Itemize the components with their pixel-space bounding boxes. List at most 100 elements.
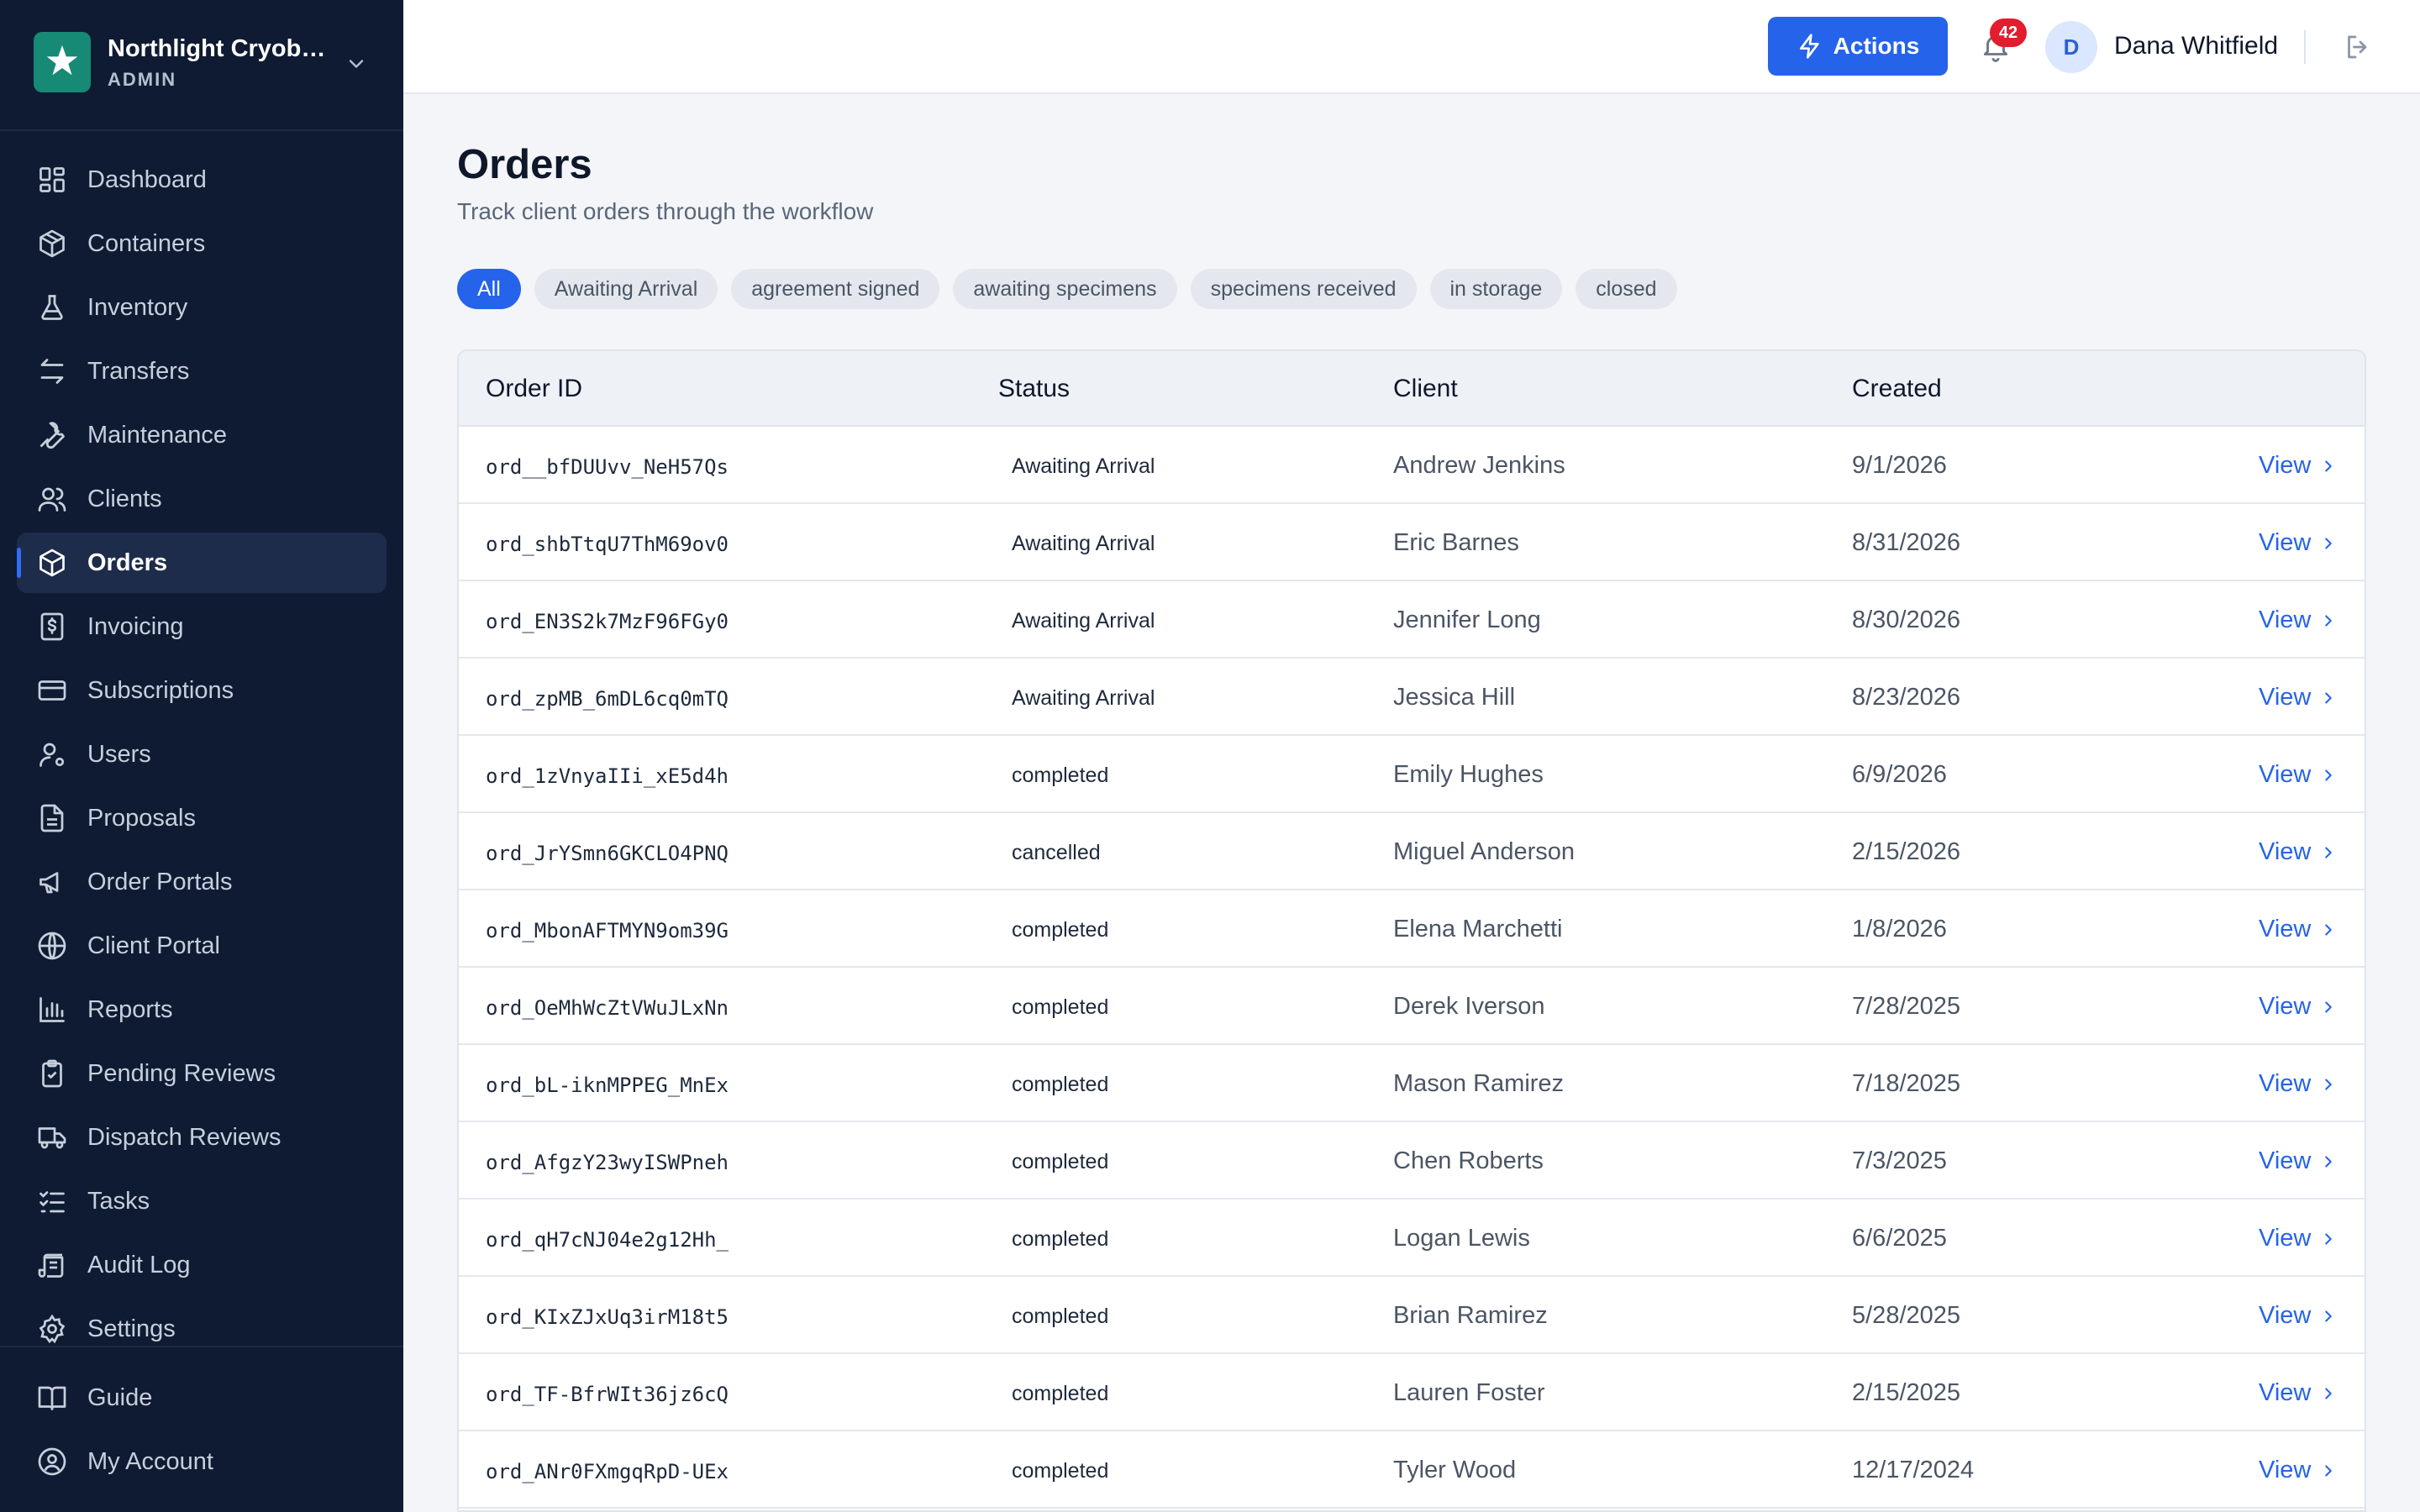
- flask-icon: [41, 295, 63, 320]
- truck-icon: [38, 1127, 66, 1149]
- order-created: 9/1/2026: [1852, 452, 1947, 479]
- sidebar-item-label: Subscriptions: [87, 676, 234, 704]
- sidebar-item-transfers[interactable]: Transfers: [17, 341, 387, 402]
- table-row[interactable]: ord_zpMB_6mDL6cq0mTQ Awaiting Arrival Jess…: [459, 659, 2365, 736]
- table-row[interactable]: ord_bL-iknMPPEG_MnEx completed Mason Ramir…: [459, 1045, 2365, 1122]
- sidebar-item-orders[interactable]: Orders: [17, 533, 387, 593]
- table-row[interactable]: ord_1zVnyaIIi_xE5d4h completed Emily Hughe…: [459, 736, 2365, 813]
- table-row[interactable]: ord_AfgzY23wyISWPneh completed Chen Robert…: [459, 1122, 2365, 1200]
- sidebar-item-tasks[interactable]: Tasks: [17, 1171, 387, 1231]
- order-created: 5/28/2025: [1852, 1302, 1961, 1329]
- sidebar-item-inventory[interactable]: Inventory: [17, 277, 387, 338]
- sidebar-item-audit-log[interactable]: Audit Log: [17, 1235, 387, 1295]
- table-row[interactable]: ord_shbTtqU7ThM69ov0 Awaiting Arrival Eric…: [459, 504, 2365, 581]
- table-row[interactable]: ord__bfDUUvv_NeH57Qs Awaiting Arrival Andr…: [459, 427, 2365, 504]
- filter-specimens-received[interactable]: specimens received: [1190, 269, 1417, 309]
- sidebar-item-containers[interactable]: Containers: [17, 213, 387, 274]
- table-row[interactable]: ord_JrYSmn6GKCLO4PNQ cancelled Miguel Ande…: [459, 813, 2365, 890]
- filter-all[interactable]: All: [457, 269, 521, 309]
- chevron-right-icon: [2325, 459, 2333, 472]
- order-created: 6/6/2025: [1852, 1225, 1947, 1252]
- sidebar-item-order-portals[interactable]: Order Portals: [17, 852, 387, 912]
- sidebar-item-subscriptions[interactable]: Subscriptions: [17, 660, 387, 721]
- sidebar-item-label: Order Portals: [87, 868, 233, 895]
- view-link[interactable]: View: [2259, 1070, 2338, 1098]
- view-link[interactable]: View: [2259, 1225, 2338, 1252]
- order-client: Andrew Jenkins: [1393, 452, 1565, 479]
- megaphone-icon: [39, 872, 59, 894]
- sidebar-item-label: Settings: [87, 1315, 176, 1342]
- view-link[interactable]: View: [2259, 916, 2338, 943]
- sidebar-item-maintenance[interactable]: Maintenance: [17, 405, 387, 465]
- order-id: ord__bfDUUvv_NeH57Qs: [486, 455, 729, 479]
- view-link[interactable]: View: [2259, 1147, 2338, 1175]
- order-client: Elena Marchetti: [1393, 916, 1563, 942]
- sidebar-item-reports[interactable]: Reports: [17, 979, 387, 1040]
- sidebar-item-dispatch-reviews[interactable]: Dispatch Reviews: [17, 1107, 387, 1168]
- column-header-created[interactable]: Created: [1852, 375, 1942, 403]
- sidebar-item-guide[interactable]: Guide: [17, 1368, 387, 1428]
- order-client: Jessica Hill: [1393, 684, 1516, 711]
- view-link[interactable]: View: [2259, 1379, 2338, 1407]
- view-link[interactable]: View: [2259, 606, 2338, 634]
- table-row[interactable]: ord_EN3S2k7MzF96FGy0 Awaiting Arrival Jenn…: [459, 581, 2365, 659]
- user-circle-icon: [38, 1447, 66, 1476]
- order-client: Mason Ramirez: [1393, 1070, 1565, 1097]
- order-created: 2/15/2025: [1852, 1379, 1961, 1406]
- view-label: View: [2259, 606, 2312, 633]
- view-link[interactable]: View: [2259, 684, 2338, 711]
- view-link[interactable]: View: [2259, 1457, 2338, 1484]
- order-id: ord_bL-iknMPPEG_MnEx: [486, 1074, 729, 1097]
- actions-button[interactable]: Actions: [1768, 17, 1948, 76]
- sidebar-item-pending-reviews[interactable]: Pending Reviews: [17, 1043, 387, 1104]
- column-header-order-id[interactable]: Order ID: [486, 375, 582, 403]
- view-label: View: [2259, 529, 2312, 556]
- order-status: completed: [1012, 918, 1109, 942]
- view-link[interactable]: View: [2259, 993, 2338, 1021]
- sidebar-item-invoicing[interactable]: Invoicing: [17, 596, 387, 657]
- order-created: 2/15/2026: [1852, 838, 1961, 865]
- sidebar-item-users[interactable]: Users: [17, 724, 387, 785]
- view-label: View: [2259, 1225, 2312, 1252]
- filter-closed[interactable]: closed: [1576, 269, 1677, 309]
- sidebar-item-my-account[interactable]: My Account: [17, 1431, 387, 1492]
- org-role: ADMIN: [108, 69, 177, 90]
- sidebar-item-dashboard[interactable]: Dashboard: [17, 150, 387, 210]
- table-row[interactable]: ord_MbonAFTMYN9om39G completed Elena March…: [459, 890, 2365, 968]
- box-icon: [39, 229, 65, 258]
- orders-table: Order ID Status Client Created ord__bfDU…: [457, 349, 2366, 1512]
- org-switcher[interactable]: Northlight Cryoba... ADMIN: [0, 0, 403, 131]
- column-header-client[interactable]: Client: [1393, 375, 1458, 403]
- table-row[interactable]: ord_OeMhWcZtVWuJLxNn completed Derek Ivers…: [459, 968, 2365, 1045]
- view-link[interactable]: View: [2259, 452, 2338, 480]
- filter-awaiting-specimens[interactable]: awaiting specimens: [953, 269, 1177, 309]
- sidebar-item-label: Pending Reviews: [87, 1059, 276, 1087]
- avatar[interactable]: D: [2045, 21, 2097, 73]
- order-id: ord_zpMB_6mDL6cq0mTQ: [486, 687, 729, 711]
- column-header-status[interactable]: Status: [998, 375, 1070, 403]
- view-link[interactable]: View: [2259, 1302, 2338, 1330]
- user-name[interactable]: Dana Whitfield: [2114, 32, 2278, 60]
- view-label: View: [2259, 761, 2312, 788]
- sidebar-nav: Dashboard Containers Inventory Transfers…: [17, 150, 387, 1362]
- view-link[interactable]: View: [2259, 761, 2338, 789]
- table-row[interactable]: ord_TF-BfrWIt36jz6cQ completed Lauren Fost…: [459, 1354, 2365, 1431]
- document-icon: [40, 804, 64, 832]
- sidebar-item-client-portal[interactable]: Client Portal: [17, 916, 387, 976]
- view-link[interactable]: View: [2259, 838, 2338, 866]
- filter-agreement-signed[interactable]: agreement signed: [731, 269, 940, 309]
- chevron-right-icon: [2325, 691, 2333, 704]
- order-client: Jennifer Long: [1393, 606, 1541, 633]
- table-row[interactable]: ord_KIxZJxUq3irM18t5 completed Brian Ramir…: [459, 1277, 2365, 1354]
- filter-in-storage[interactable]: in storage: [1429, 269, 1563, 309]
- table-row[interactable]: ord_ANr0FXmgqRpD-UEx completed Tyler Wood 1…: [459, 1431, 2365, 1509]
- logout-icon[interactable]: [2343, 32, 2373, 62]
- sidebar-item-label: Dashboard: [87, 165, 207, 193]
- sidebar-item-proposals[interactable]: Proposals: [17, 788, 387, 848]
- order-id: ord_EN3S2k7MzF96FGy0: [486, 610, 729, 633]
- filter-awaiting-arrival[interactable]: Awaiting Arrival: [534, 269, 718, 309]
- order-id: ord_OeMhWcZtVWuJLxNn: [486, 996, 729, 1020]
- sidebar-item-clients[interactable]: Clients: [17, 469, 387, 529]
- view-link[interactable]: View: [2259, 529, 2338, 557]
- table-row[interactable]: ord_qH7cNJ04e2g12Hh_ completed Logan Lewis…: [459, 1200, 2365, 1277]
